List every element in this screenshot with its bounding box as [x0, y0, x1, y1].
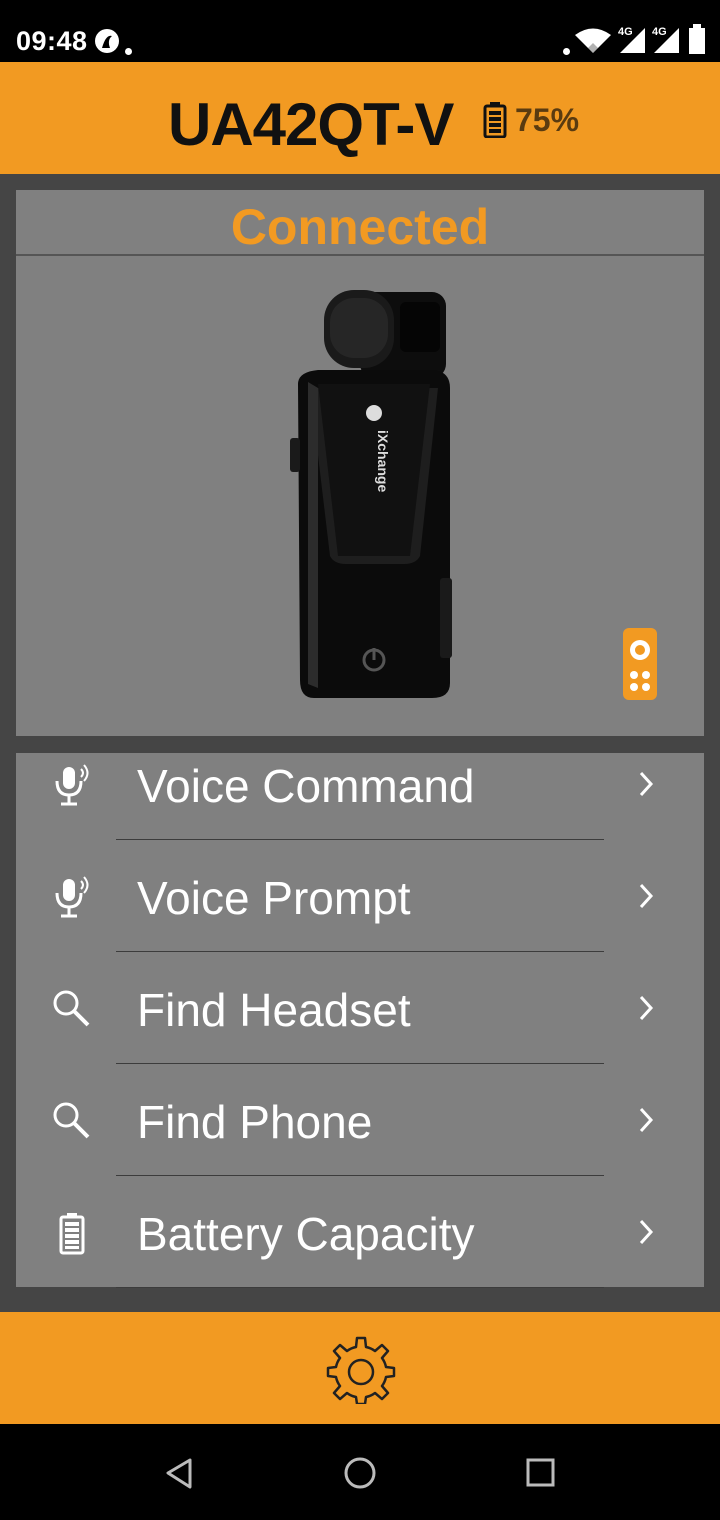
status-time: 09:48	[16, 26, 88, 56]
home-circle-icon	[344, 1457, 376, 1489]
search-icon	[50, 1099, 92, 1143]
menu-separator	[116, 1287, 604, 1288]
menu-item-label: Find Headset	[137, 984, 411, 1036]
menu-separator	[116, 1175, 604, 1176]
menu-item-label: Voice Prompt	[137, 872, 411, 924]
chevron-right-icon	[636, 1217, 656, 1252]
headset-product-image: iXchange	[274, 288, 454, 705]
recents-button[interactable]	[520, 1454, 560, 1494]
headset-battery-percent: 75%	[515, 102, 580, 138]
menu-item-battery-capacity[interactable]: Battery Capacity	[16, 1201, 704, 1313]
app-header: UA42QT-V 75%	[0, 62, 720, 174]
bottom-bar	[0, 1312, 720, 1424]
menu-item-label: Find Phone	[137, 1096, 373, 1148]
app-screen: 09:48 4G 4G UA42QT-V 75% Connected iXcha…	[0, 0, 720, 1520]
product-brand-label: iXchange	[375, 430, 391, 492]
back-triangle-icon	[166, 1458, 192, 1489]
battery-icon	[50, 1211, 92, 1255]
microphone-icon	[50, 763, 92, 807]
menu-item-find-phone[interactable]: Find Phone	[16, 1089, 704, 1201]
chevron-right-icon	[636, 993, 656, 1028]
search-icon	[50, 987, 92, 1031]
menu-separator	[116, 951, 604, 952]
notification-dot	[563, 48, 570, 55]
back-button[interactable]	[160, 1454, 200, 1494]
home-button[interactable]	[340, 1454, 380, 1494]
menu-item-label: Voice Command	[137, 760, 475, 812]
menu-separator	[116, 839, 604, 840]
menu-item-label: Battery Capacity	[137, 1208, 475, 1260]
chevron-right-icon	[636, 1105, 656, 1140]
cell-signal-icon	[618, 26, 646, 59]
headset-battery-icon	[483, 102, 507, 143]
microphone-icon	[50, 875, 92, 919]
gear-icon	[326, 1336, 396, 1406]
device-panel: Connected iXchange	[16, 190, 704, 736]
device-name-title: UA42QT-V	[168, 91, 454, 158]
connection-status: Connected	[230, 199, 490, 255]
recents-square-icon	[526, 1458, 555, 1487]
notification-dot	[125, 48, 132, 55]
menu-item-voice-command[interactable]: Voice Command	[16, 753, 704, 865]
settings-button[interactable]	[326, 1334, 396, 1406]
phone-battery-icon	[688, 24, 706, 59]
chevron-right-icon	[636, 881, 656, 916]
remote-control-button[interactable]	[623, 628, 657, 700]
cell-signal-icon	[652, 26, 680, 59]
chevron-right-icon	[636, 769, 656, 804]
wifi-icon	[574, 26, 612, 59]
menu-item-find-headset[interactable]: Find Headset	[16, 977, 704, 1089]
feature-menu: Voice Command Voice Prompt Find Headset …	[16, 753, 704, 1288]
menu-item-voice-prompt[interactable]: Voice Prompt	[16, 865, 704, 977]
system-navigation-bar	[0, 1424, 720, 1520]
panel-divider	[16, 254, 704, 256]
menu-separator	[116, 1063, 604, 1064]
status-bar: 09:48 4G 4G	[0, 0, 720, 62]
app-notification-icon	[92, 26, 122, 61]
